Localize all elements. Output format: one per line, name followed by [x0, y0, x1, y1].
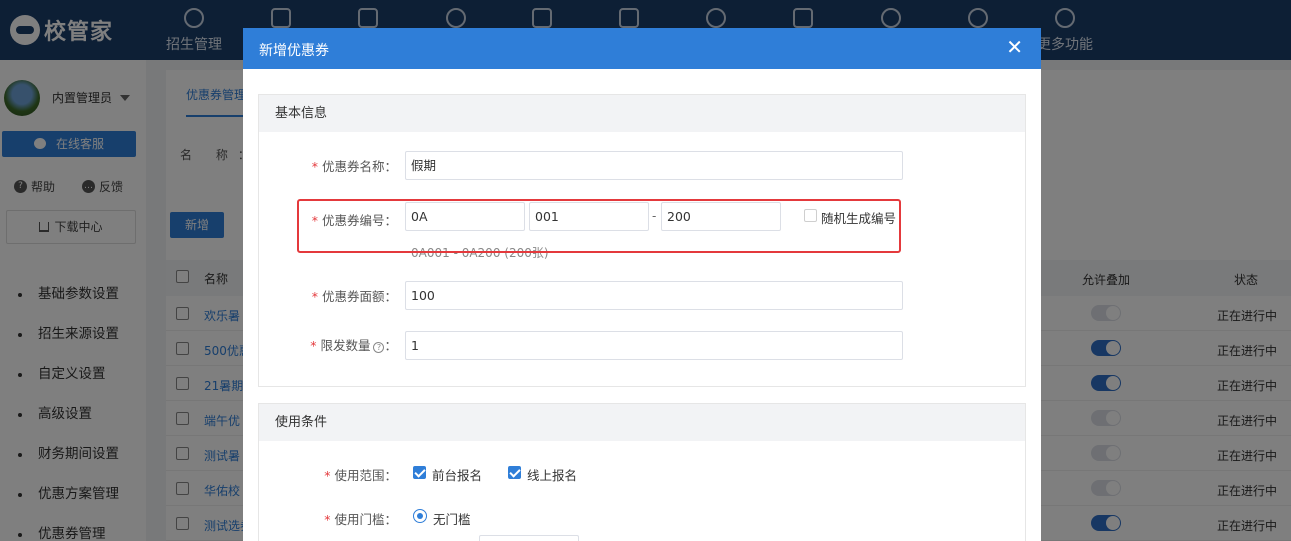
- section-title: 基本信息: [259, 95, 1025, 132]
- scope-online-label[interactable]: 线上报名: [527, 465, 577, 484]
- label-text: 优惠券面额：: [321, 289, 397, 304]
- dialog-title: 新增优惠券: [259, 43, 329, 59]
- coupon-name-label: * 优惠券名称：: [257, 156, 397, 175]
- add-coupon-dialog: 新增优惠券 ✕ 基本信息 * 优惠券名称： 假期 * 优惠券编号： 0A 001 -…: [243, 28, 1041, 541]
- coupon-amount-label: * 优惠券面额：: [257, 286, 397, 305]
- label-text: 使用门槛：: [334, 512, 397, 527]
- required-mark: *: [310, 338, 317, 353]
- required-mark: *: [324, 468, 331, 483]
- label-text: 使用范围：: [334, 468, 397, 483]
- required-mark: *: [324, 512, 331, 527]
- question-icon[interactable]: ?: [373, 342, 385, 353]
- threshold-none-label[interactable]: 无门槛: [433, 509, 471, 528]
- usage-scope-label: * 使用范围：: [257, 465, 397, 484]
- section-title: 使用条件: [259, 404, 1025, 441]
- coupon-amount-input[interactable]: 100: [405, 281, 903, 310]
- label-text: 限发数量: [320, 338, 371, 353]
- required-mark: *: [311, 159, 318, 174]
- required-mark: *: [311, 289, 318, 304]
- scope-online-checkbox[interactable]: [508, 466, 521, 479]
- label-text: 优惠券名称：: [321, 159, 397, 174]
- threshold-amount-input[interactable]: [479, 535, 579, 541]
- dialog-header: 新增优惠券 ✕: [243, 28, 1041, 69]
- usage-threshold-label: * 使用门槛：: [257, 509, 397, 528]
- issue-limit-label: * 限发数量?：: [257, 335, 397, 354]
- coupon-name-input[interactable]: 假期: [405, 151, 903, 180]
- threshold-none-radio[interactable]: [413, 509, 427, 523]
- issue-limit-input[interactable]: 1: [405, 331, 903, 360]
- label-colon: ：: [384, 338, 397, 353]
- close-icon[interactable]: ✕: [1006, 37, 1023, 57]
- highlight-box: [297, 199, 901, 253]
- scope-front-checkbox[interactable]: [413, 466, 426, 479]
- scope-front-label[interactable]: 前台报名: [432, 465, 482, 484]
